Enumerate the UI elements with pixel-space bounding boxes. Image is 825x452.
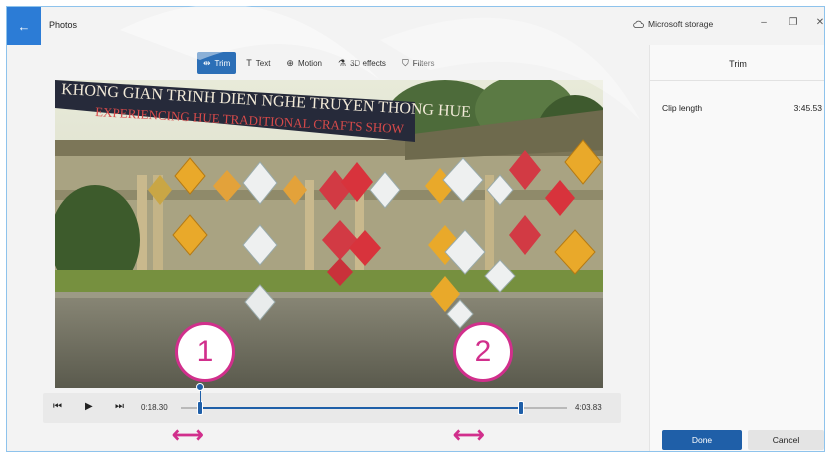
- tool-3d-effects-label: 3D effects: [350, 58, 386, 68]
- tool-filters-label: Filters: [412, 58, 435, 68]
- tool-3d-effects[interactable]: ⚗ 3D effects: [332, 52, 392, 74]
- storage-indicator[interactable]: Microsoft storage: [633, 19, 713, 29]
- clip-length-value: 3:45.53: [793, 103, 822, 113]
- play-button[interactable]: ▶: [85, 401, 93, 412]
- previous-frame-button[interactable]: ⏮: [53, 401, 62, 412]
- trim-icon: ⇹: [203, 57, 211, 68]
- playhead-knob[interactable]: [196, 383, 205, 391]
- storage-label: Microsoft storage: [648, 19, 714, 29]
- app-title: Photos: [49, 20, 78, 30]
- back-arrow-icon: ←: [17, 18, 31, 34]
- filters-icon: ⛉: [401, 57, 409, 68]
- tool-text-label: Text: [255, 58, 271, 68]
- done-button[interactable]: Done: [662, 430, 742, 450]
- photos-app-window: ← Photos Microsoft storage – ❐ ✕ ⇹ Trim …: [6, 6, 825, 452]
- panel-title: Trim: [729, 59, 747, 69]
- tool-trim[interactable]: ⇹ Trim: [197, 52, 237, 74]
- tool-motion[interactable]: ⊕ Motion: [280, 52, 328, 74]
- trim-selection: [200, 407, 521, 409]
- next-frame-icon: ⏭: [115, 401, 124, 412]
- playback-controls: ⏮ ▶ ⏭ 0:18.30 4:03.83: [43, 383, 621, 423]
- clip-length-label: Clip length: [662, 103, 703, 113]
- playhead-line: [200, 389, 202, 407]
- next-frame-button[interactable]: ⏭: [115, 401, 124, 412]
- trim-end-time: 4:03.83: [575, 403, 602, 412]
- tool-motion-label: Motion: [297, 58, 322, 68]
- annotation-marker-2: 2: [453, 322, 513, 382]
- tool-trim-label: Trim: [214, 58, 231, 68]
- tool-filters[interactable]: ⛉ Filters: [396, 52, 441, 74]
- trim-start-time: 0:18.30: [141, 403, 168, 412]
- close-button[interactable]: ✕: [814, 17, 824, 28]
- motion-icon: ⊕: [286, 57, 294, 68]
- back-button[interactable]: ←: [7, 7, 41, 45]
- cancel-button[interactable]: Cancel: [748, 430, 824, 450]
- video-preview: KHONG GIAN TRINH DIEN NGHE TRUYEN THONG …: [55, 80, 603, 388]
- tool-text[interactable]: T Text: [240, 52, 276, 74]
- restore-button[interactable]: ❐: [787, 17, 799, 28]
- text-icon: T: [246, 58, 252, 68]
- video-frame: KHONG GIAN TRINH DIEN NGHE TRUYEN THONG …: [55, 80, 603, 388]
- trim-timeline[interactable]: [181, 383, 567, 415]
- panel-divider: [650, 80, 824, 81]
- annotation-marker-1: 1: [175, 322, 235, 382]
- 3d-effects-icon: ⚗: [337, 57, 347, 68]
- trim-panel: Trim Clip length 3:45.53 Done Cancel: [649, 45, 824, 451]
- play-icon: ▶: [85, 401, 93, 412]
- previous-frame-icon: ⏮: [53, 401, 62, 412]
- double-arrow-icon: ⟷: [172, 422, 204, 447]
- cloud-icon: [633, 20, 644, 28]
- double-arrow-icon: ⟷: [453, 422, 485, 447]
- edit-toolbar: ⇹ Trim T Text ⊕ Motion ⚗ 3D effects ⛉ Fi…: [197, 51, 440, 75]
- title-bar: ← Photos Microsoft storage – ❐ ✕: [7, 7, 824, 45]
- trim-end-handle[interactable]: [517, 401, 524, 415]
- minimize-button[interactable]: –: [758, 17, 770, 28]
